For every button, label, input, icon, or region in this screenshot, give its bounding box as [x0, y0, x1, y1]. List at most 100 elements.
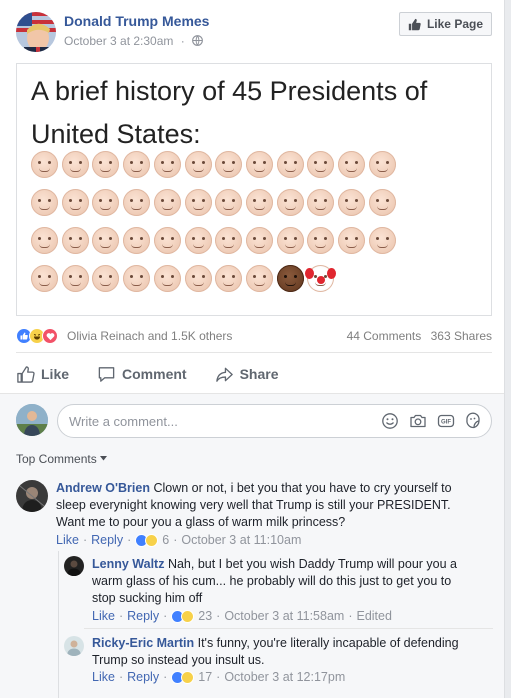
white-face-emoji — [31, 189, 58, 216]
white-face-emoji — [368, 189, 396, 216]
comment-label: Comment — [122, 366, 187, 382]
replier-avatar[interactable] — [64, 556, 84, 576]
white-face-emoji — [61, 151, 89, 178]
edited-label[interactable]: Edited — [356, 609, 391, 623]
sticker-icon[interactable] — [465, 412, 483, 430]
reply-reaction-count[interactable]: 23 — [198, 609, 212, 623]
comments-shares-counts: 44 Comments 363 Shares — [347, 329, 492, 343]
white-face-emoji — [307, 151, 335, 178]
white-face-emoji — [184, 227, 212, 254]
thumbs-up-icon — [17, 365, 35, 383]
comment-reaction-count[interactable]: 6 — [162, 533, 169, 547]
white-face-emoji — [245, 151, 273, 178]
reply-author[interactable]: Ricky-Eric Martin — [92, 636, 194, 650]
reaction-icons[interactable] — [16, 328, 58, 344]
reactions-summary[interactable]: Olivia Reinach and 1.5K others — [67, 329, 232, 343]
white-face-emoji — [92, 189, 120, 216]
reply-reaction-count[interactable]: 17 — [198, 670, 212, 684]
camera-icon[interactable] — [409, 412, 427, 430]
white-face-emoji — [307, 227, 335, 254]
white-face-emoji — [123, 151, 151, 178]
post-timestamp[interactable]: October 3 at 2:30am — [64, 34, 173, 48]
white-face-emoji — [92, 151, 120, 178]
haha-reaction-icon — [181, 670, 195, 684]
clown-face-emoji — [305, 265, 337, 292]
white-face-emoji — [31, 151, 58, 178]
page-name-link[interactable]: Donald Trump Memes — [64, 13, 209, 29]
white-face-emoji — [153, 227, 181, 254]
comment-input[interactable]: Write a comment... GIF — [57, 404, 492, 438]
dot-separator: · — [173, 533, 178, 547]
white-face-emoji — [338, 227, 365, 254]
white-face-emoji — [215, 227, 243, 254]
like-page-button[interactable]: Like Page — [398, 12, 492, 36]
like-label: Like — [41, 366, 70, 382]
white-face-emoji — [276, 227, 304, 254]
meme-title: A brief history of 45 Presidents of Unit… — [31, 76, 428, 149]
shares-count[interactable]: 363 Shares — [431, 329, 492, 343]
share-arrow-icon — [215, 367, 233, 382]
globe-icon — [192, 35, 204, 46]
page-avatar[interactable] — [16, 12, 56, 52]
haha-reaction-icon — [181, 609, 195, 623]
comment-time[interactable]: October 3 at 11:10am — [181, 533, 301, 547]
like-button[interactable]: Like — [16, 360, 69, 388]
white-face-emoji — [31, 265, 58, 292]
reply-reply-link[interactable]: Reply — [127, 609, 159, 623]
gif-icon[interactable]: GIF — [437, 412, 455, 430]
reply-like-link[interactable]: Like — [92, 670, 115, 684]
post-card: Donald Trump Memes October 3 at 2:30am ·… — [0, 0, 505, 698]
comment-like-link[interactable]: Like — [56, 533, 79, 547]
dot-separator: · — [348, 609, 353, 623]
meta-separator: · — [180, 34, 185, 48]
emoji-icon[interactable] — [381, 412, 399, 430]
commenter-avatar[interactable] — [16, 480, 48, 512]
clown-nose — [317, 276, 326, 284]
reply-reaction-icons[interactable] — [171, 670, 195, 684]
comment-author[interactable]: Andrew O'Brien — [56, 481, 150, 495]
top-comments-selector[interactable]: Top Comments — [16, 452, 108, 466]
replier-avatar[interactable] — [64, 636, 84, 656]
top-comments-label: Top Comments — [16, 452, 97, 466]
stats-divider — [16, 352, 492, 353]
reply-divider — [84, 628, 493, 629]
white-face-emoji — [276, 151, 304, 178]
white-face-emoji — [123, 189, 151, 216]
reply-time[interactable]: October 3 at 11:58am — [224, 609, 344, 623]
white-face-emoji — [184, 151, 212, 178]
white-face-emoji — [31, 227, 58, 254]
composer-icons: GIF — [381, 412, 483, 430]
like-page-label: Like Page — [426, 17, 483, 31]
white-face-emoji — [307, 189, 335, 216]
white-face-emoji — [245, 265, 273, 292]
dark-skin-face-emoji — [276, 265, 304, 292]
meme-image[interactable]: A brief history of 45 Presidents of Unit… — [16, 63, 492, 316]
current-user-avatar[interactable] — [16, 404, 48, 436]
comment-placeholder: Write a comment... — [69, 414, 178, 429]
reply-time[interactable]: October 3 at 12:17pm — [224, 670, 345, 684]
dot-separator: · — [118, 609, 124, 623]
white-face-emoji — [245, 227, 273, 254]
dot-separator: · — [163, 609, 168, 623]
comments-count[interactable]: 44 Comments — [347, 329, 422, 343]
comment-reply-link[interactable]: Reply — [91, 533, 123, 547]
post-actions: Like Comment Share — [16, 360, 492, 388]
reply-reply-link[interactable]: Reply — [127, 670, 159, 684]
white-face-emoji — [215, 265, 243, 292]
svg-text:GIF: GIF — [441, 420, 451, 426]
reply-author[interactable]: Lenny Waltz — [92, 557, 164, 571]
comments-section: Write a comment... GIF Top Comments Andr… — [0, 393, 504, 698]
dot-separator: · — [216, 670, 221, 684]
comment-reaction-icons[interactable] — [135, 533, 159, 547]
comment-button[interactable]: Comment — [97, 360, 187, 388]
reply-body: Ricky-Eric Martin It's funny, you're lit… — [92, 635, 476, 669]
white-face-emoji — [245, 189, 273, 216]
white-face-emoji — [61, 227, 89, 254]
share-button[interactable]: Share — [215, 360, 279, 388]
clown-hair — [327, 268, 337, 279]
white-face-emoji — [61, 189, 89, 216]
dot-separator: · — [163, 670, 168, 684]
reply-like-link[interactable]: Like — [92, 609, 115, 623]
reply-reaction-icons[interactable] — [171, 609, 195, 623]
haha-reaction-icon — [145, 533, 159, 547]
